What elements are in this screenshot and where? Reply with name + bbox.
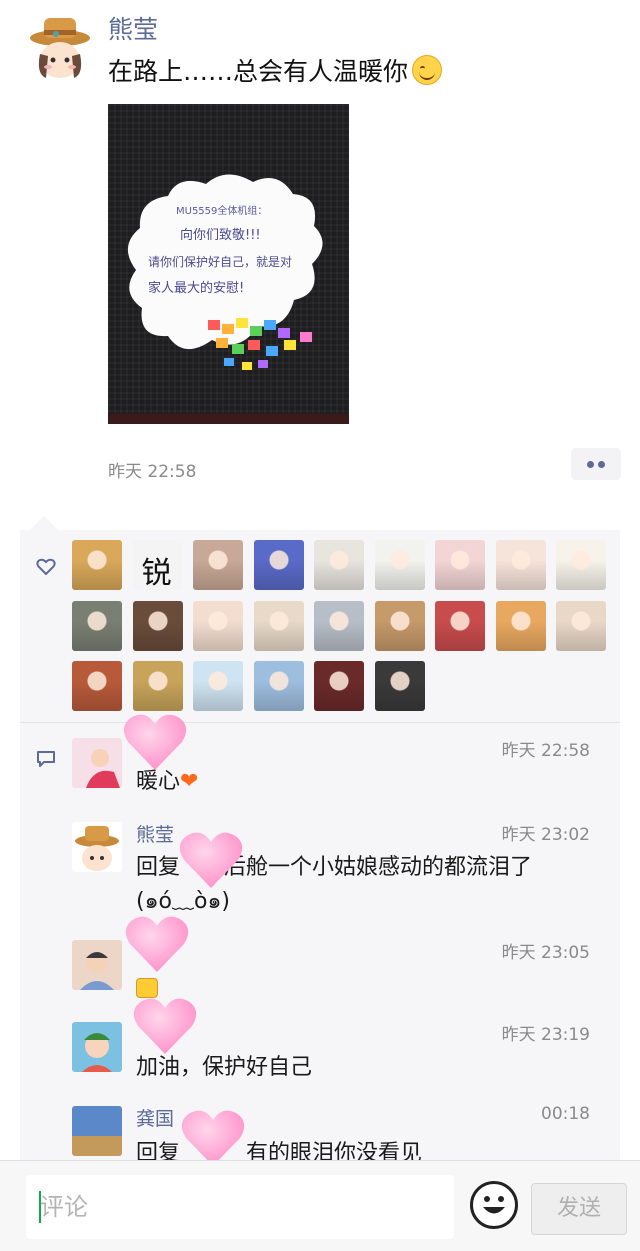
avatar-figure — [374, 600, 425, 651]
liker-avatar[interactable] — [374, 661, 425, 711]
liker-avatar[interactable] — [314, 661, 364, 711]
comment-time: 昨天 23:05 — [501, 943, 590, 963]
comment-text-line1: 后舱一个小姑娘感动的都流泪了 — [224, 855, 533, 880]
post-author-name[interactable]: 熊莹 — [108, 10, 158, 46]
liker-avatar[interactable] — [556, 600, 606, 651]
commenter-avatar[interactable] — [72, 1106, 122, 1156]
liker-avatar[interactable] — [193, 600, 243, 651]
comment-time: 昨天 23:19 — [501, 1025, 590, 1045]
post-text: 在路上……总会有人温暖你 — [108, 52, 443, 88]
send-button[interactable]: 发送 — [531, 1183, 627, 1235]
likes-comments-divider — [20, 722, 620, 723]
commenter-avatar[interactable] — [72, 822, 122, 872]
avatar-figure — [495, 540, 546, 590]
comment-text: 暖心❤ — [136, 764, 198, 800]
liker-avatar[interactable]: 锐 — [132, 540, 183, 590]
avatar-figure — [435, 600, 485, 651]
liker-avatar[interactable] — [72, 540, 122, 590]
comment-icon — [37, 751, 55, 767]
commenter-name[interactable]: 龚国 — [136, 1104, 174, 1131]
post-timestamp: 昨天 22:58 — [108, 462, 197, 482]
note-line-2: 向你们致敬!!! — [180, 227, 261, 243]
liker-avatar[interactable] — [72, 661, 122, 711]
liker-avatar[interactable] — [132, 661, 183, 711]
comment-text — [136, 974, 158, 1010]
heart-outline-icon — [36, 558, 56, 576]
liker-avatar[interactable] — [556, 540, 606, 590]
avatar-figure — [72, 661, 122, 711]
note-line-4: 家人最大的安慰! — [148, 280, 244, 296]
liker-avatar[interactable] — [253, 600, 304, 651]
liker-avatar[interactable] — [193, 540, 243, 590]
liker-avatar[interactable] — [435, 540, 485, 590]
thumbs-up-icon — [136, 978, 158, 998]
avatar-figure — [72, 600, 122, 651]
comment-time: 昨天 23:02 — [501, 825, 590, 845]
liker-avatar[interactable] — [253, 661, 304, 711]
avatar-figure — [193, 540, 243, 590]
avatar-figure — [435, 540, 485, 590]
author-avatar[interactable] — [26, 12, 94, 80]
liker-avatar[interactable] — [132, 600, 183, 651]
comment-text-content: 暖心 — [136, 769, 181, 794]
avatar-figure — [314, 661, 364, 711]
smiling-emoji-icon — [412, 55, 443, 85]
avatar-figure — [253, 661, 304, 711]
liker-avatar[interactable] — [314, 600, 364, 651]
orange-heart-icon: ❤ — [180, 769, 199, 794]
comment-text: 回复 后舱一个小姑娘感动的都流泪了 — [136, 850, 532, 886]
avatar-figure — [495, 600, 546, 651]
cloud-note-illustration: MU5559全体机组： 向你们致敬!!! 请你们保护好自己，就是对 家人最大的安… — [108, 174, 349, 424]
more-actions-button[interactable] — [571, 448, 621, 480]
comment-time: 00:18 — [541, 1104, 590, 1124]
avatar-glyph: 锐 — [141, 556, 172, 590]
emoji-button[interactable] — [470, 1181, 518, 1229]
avatar-figure — [72, 540, 122, 590]
liker-avatar[interactable] — [253, 540, 304, 590]
avatar-figure — [556, 600, 606, 651]
avatar-figure — [253, 540, 304, 590]
liker-avatar[interactable] — [193, 661, 243, 711]
liker-avatar[interactable] — [495, 600, 546, 651]
post-text-content: 在路上……总会有人温暖你 — [108, 57, 409, 86]
liker-avatar[interactable] — [374, 540, 425, 590]
commenter-avatar[interactable] — [72, 738, 122, 788]
dot-icon — [587, 461, 594, 468]
smiley-icon — [483, 1196, 505, 1214]
comment-text-line2: (๑ó﹏ò๑) — [136, 889, 231, 914]
comment-text: 加油，保护好自己 — [136, 1055, 313, 1080]
avatar-figure — [556, 540, 606, 590]
avatar-figure — [132, 661, 183, 711]
liker-avatar[interactable] — [435, 600, 485, 651]
reply-prefix: 回复 — [136, 855, 181, 880]
liker-avatar[interactable] — [314, 540, 364, 590]
avatar-figure — [374, 661, 425, 711]
liker-avatar[interactable] — [72, 600, 122, 651]
avatar-figure — [374, 540, 425, 590]
avatar-figure — [314, 540, 364, 590]
note-line-3: 请你们保护好自己，就是对 — [148, 254, 292, 269]
comment-input[interactable]: 评论 — [26, 1175, 454, 1239]
avatar-figure — [253, 600, 304, 651]
commenter-avatar[interactable] — [72, 1022, 122, 1072]
comment-time: 昨天 22:58 — [501, 741, 590, 761]
avatar-figure — [314, 600, 364, 651]
note-line-1: MU5559全体机组： — [176, 204, 267, 217]
liker-avatar[interactable] — [374, 600, 425, 651]
dot-icon — [598, 461, 605, 468]
text-caret — [39, 1191, 41, 1223]
post-photo[interactable]: MU5559全体机组： 向你们致敬!!! 请你们保护好自己，就是对 家人最大的安… — [108, 104, 349, 424]
commenter-name[interactable]: 熊莹 — [136, 820, 174, 847]
commenter-avatar[interactable] — [72, 940, 122, 990]
avatar-figure — [193, 661, 243, 711]
avatar-figure — [193, 600, 243, 651]
comment-input-bar: 评论 发送 — [0, 1160, 640, 1251]
avatar-figure — [132, 600, 183, 651]
liker-avatar[interactable] — [495, 540, 546, 590]
